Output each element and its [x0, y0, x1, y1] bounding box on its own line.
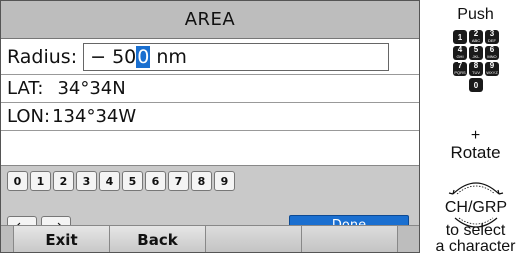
keypad-icon-key-0: 0	[469, 78, 483, 92]
keypad-icon-key-2: 2 ABC	[469, 30, 483, 44]
keypad-icon-key-6: 6 MNO	[485, 46, 499, 60]
digit-key-3[interactable]: 3	[76, 171, 97, 191]
keypad-icon-digit: 9	[489, 61, 495, 70]
keypad-icon-row: 0	[453, 78, 499, 92]
keypad-icon-letters: TUV	[472, 70, 480, 75]
keypad-icon-letters: JKL	[472, 54, 480, 59]
keypad-icon-letters: WXYZ	[486, 70, 498, 75]
softkey-4[interactable]	[302, 226, 398, 252]
softkey-3[interactable]	[206, 226, 302, 252]
text-cursor: 0	[136, 45, 151, 68]
digit-key-9[interactable]: 9	[214, 171, 235, 191]
digit-key-6[interactable]: 6	[145, 171, 166, 191]
keypad-icon-digit: 4	[457, 45, 463, 54]
keypad-icon-digit: 3	[489, 29, 495, 38]
keypad-icon-digit: 6	[489, 45, 495, 54]
keypad-icon-letters: DEF	[488, 38, 496, 43]
keypad-icon-digit: 8	[473, 61, 479, 70]
keypad-icon-letters: MNO	[487, 54, 497, 59]
lon-label: LON:	[7, 106, 51, 127]
exit-softkey[interactable]: Exit	[14, 226, 110, 252]
keypad-icon-key-3: 3 DEF	[485, 30, 499, 44]
keypad-icon-digit: 2	[473, 29, 479, 38]
keypad-icon-row: 1 2 ABC 3 DEF	[453, 30, 499, 44]
keypad-icon-row: 4 GHI 5 JKL 6 MNO	[453, 46, 499, 60]
dial-label: CH/GRP	[445, 199, 507, 216]
keypad-icon: 1 2 ABC 3 DEF 4 GHI 5 JKL 6 MNO 7 PQRS 8 TUV 9 WXYZ 0	[453, 30, 499, 94]
keypad-icon-letters: PQRS	[454, 70, 466, 75]
digit-key-7[interactable]: 7	[168, 171, 189, 191]
lat-label: LAT:	[7, 78, 44, 99]
push-label: Push	[457, 6, 494, 23]
instruction-panel: Push 1 2 ABC 3 DEF 4 GHI 5 JKL 6 MNO 7 PQRS 8 TUV 9 WXYZ…	[420, 0, 531, 257]
digit-key-8[interactable]: 8	[191, 171, 212, 191]
keypad-icon-letters: GHI	[456, 54, 464, 59]
select-line-2: a character	[435, 238, 516, 255]
screen-title: AREA	[1, 1, 419, 39]
keypad-icon-digit: 1	[457, 32, 463, 42]
lat-value: 34°34N	[57, 78, 126, 99]
rotate-label: Rotate	[450, 143, 501, 162]
lon-value: 134°34W	[52, 106, 137, 127]
softkey-edge-left	[1, 226, 14, 252]
back-softkey[interactable]: Back	[110, 226, 206, 252]
digit-key-1[interactable]: 1	[30, 171, 51, 191]
select-line-1: to select	[445, 222, 506, 239]
keypad-icon-digit: 5	[473, 45, 479, 54]
radius-input[interactable]: − 50 0 nm	[83, 42, 390, 71]
keypad-icon-key-5: 5 JKL	[469, 46, 483, 60]
digit-key-0[interactable]: 0	[7, 171, 28, 191]
keypad-icon-letters: ABC	[471, 38, 481, 43]
radius-row: Radius: − 50 0 nm	[1, 39, 419, 75]
keypad-icon-row: 7 PQRS 8 TUV 9 WXYZ	[453, 62, 499, 76]
digit-key-5[interactable]: 5	[122, 171, 143, 191]
radius-value: − 50	[90, 45, 137, 68]
lat-row: LAT: 34°34N	[1, 75, 419, 103]
radius-unit: nm	[150, 45, 187, 68]
lon-row: LON: 134°34W	[1, 103, 419, 131]
digit-key-4[interactable]: 4	[99, 171, 120, 191]
keypad-icon-key-7: 7 PQRS	[453, 62, 467, 76]
keypad-icon-key-4: 4 GHI	[453, 46, 467, 60]
plus-label: +	[470, 127, 481, 144]
softkey-bar: Exit Back	[1, 225, 419, 252]
softkey-edge-right	[398, 226, 419, 252]
keypad-icon-key-9: 9 WXYZ	[485, 62, 499, 76]
digit-key-2[interactable]: 2	[53, 171, 74, 191]
keypad-icon-digit: 7	[457, 61, 463, 70]
radius-label: Radius:	[7, 45, 78, 68]
radio-display: AREA Radius: − 50 0 nm LAT: 34°34N LON: 1…	[0, 0, 420, 253]
keypad-icon-key-8: 8 TUV	[469, 62, 483, 76]
keypad-icon-digit: 0	[473, 80, 479, 90]
keypad-icon-key-1: 1	[453, 30, 467, 44]
digit-key-row: 0123456789	[7, 171, 235, 191]
